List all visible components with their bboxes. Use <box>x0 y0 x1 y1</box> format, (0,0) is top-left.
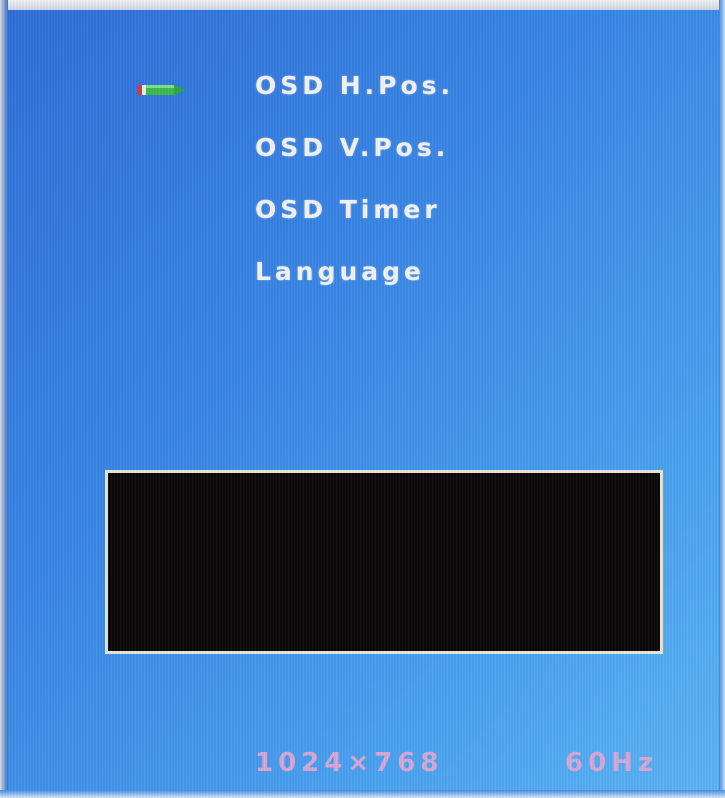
menu-item-osd-timer[interactable]: OSD Timer <box>255 192 454 254</box>
refresh-rate-readout: 60Hz <box>565 748 659 778</box>
menu-item-language[interactable]: Language <box>255 254 454 316</box>
resolution-readout: 1024×768 <box>255 748 444 778</box>
osd-screen: OSD H.Pos. OSD V.Pos. OSD Timer Language… <box>0 0 725 798</box>
osd-menu: OSD H.Pos. OSD V.Pos. OSD Timer Language <box>255 68 454 316</box>
menu-item-osd-v-pos[interactable]: OSD V.Pos. <box>255 130 454 192</box>
bezel-bottom <box>0 790 725 798</box>
menu-item-osd-h-pos[interactable]: OSD H.Pos. <box>255 68 454 130</box>
pointer-arrow-icon <box>138 85 186 95</box>
bezel-right <box>719 0 725 798</box>
preview-box <box>105 470 663 654</box>
bezel-top <box>0 0 725 10</box>
bezel-left <box>0 0 8 798</box>
status-bar: 1024×768 60Hz <box>255 748 695 788</box>
